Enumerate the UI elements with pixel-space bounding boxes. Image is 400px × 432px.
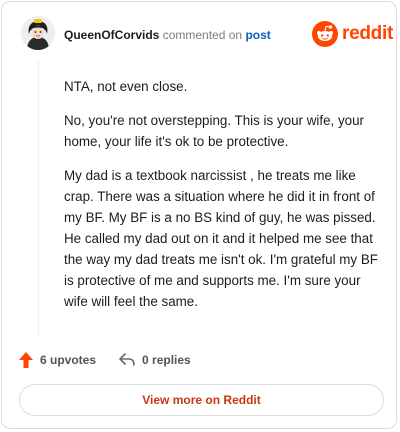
comment-body: NTA, not even close. No, you're not over…	[64, 76, 388, 325]
upvote-arrow-icon	[19, 352, 33, 368]
view-more-button[interactable]: View more on Reddit	[19, 384, 384, 416]
author-avatar[interactable]	[21, 16, 55, 50]
upvote-button[interactable]: 6 upvotes	[18, 351, 96, 369]
post-link[interactable]: post	[245, 28, 270, 42]
comment-header: QueenOfCorvids commented on post	[64, 28, 271, 42]
comment-paragraph: My dad is a textbook narcissist , he tre…	[64, 168, 378, 309]
avatar-icon	[21, 16, 55, 50]
comment-paragraph: No, you're not overstepping. This is you…	[64, 113, 365, 149]
reply-arrow-icon	[119, 353, 135, 366]
upvote-count: 6 upvotes	[40, 353, 97, 367]
commented-on-text: commented on	[162, 28, 243, 42]
thread-line	[38, 60, 39, 336]
reply-button[interactable]: 0 replies	[118, 352, 191, 368]
reddit-wordmark: reddit	[342, 23, 393, 44]
reddit-logo[interactable]: reddit	[312, 21, 393, 47]
author-name[interactable]: QueenOfCorvids	[64, 28, 159, 42]
reply-count: 0 replies	[142, 353, 191, 367]
reddit-logo-icon	[312, 21, 338, 47]
comment-stats: 6 upvotes 0 replies	[18, 350, 191, 370]
comment-card: QueenOfCorvids commented on post reddit …	[1, 1, 397, 429]
comment-paragraph: NTA, not even close.	[64, 79, 188, 94]
